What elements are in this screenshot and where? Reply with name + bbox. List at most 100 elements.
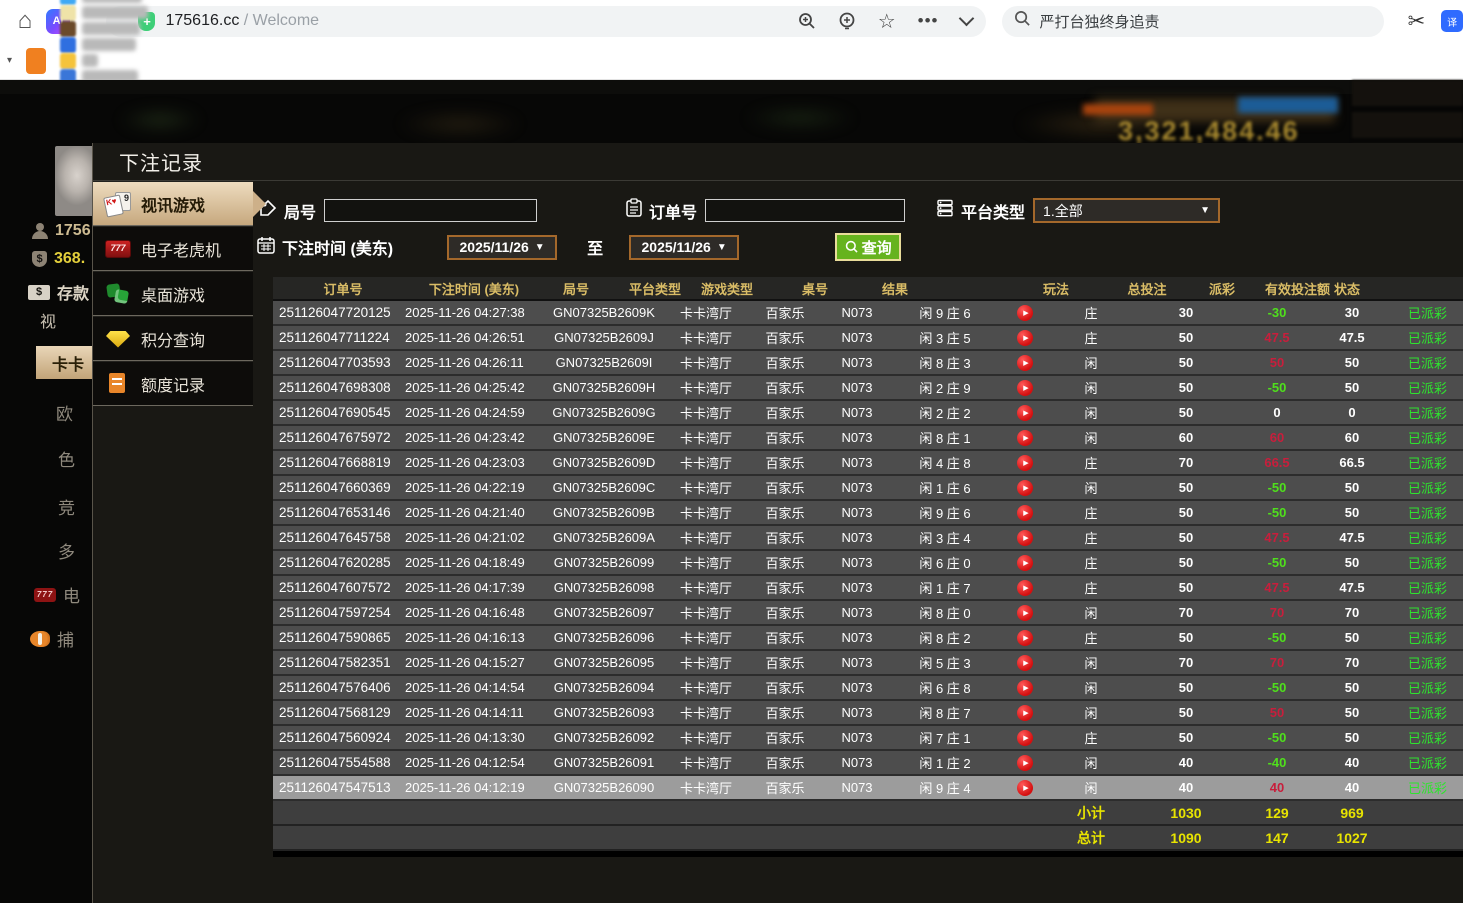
table-row[interactable]: 251126047560924 2025-11-26 04:13:30 GN07…: [273, 726, 1463, 751]
play-replay-button[interactable]: ▶: [1017, 480, 1033, 496]
table-row[interactable]: 251126047720125 2025-11-26 04:27:38 GN07…: [273, 301, 1463, 326]
translate-extension-icon[interactable]: 译: [1441, 10, 1463, 32]
date-from-select[interactable]: 2025/11/26 ▼: [447, 235, 557, 260]
play-replay-button[interactable]: ▶: [1017, 505, 1033, 521]
play-replay-button[interactable]: ▶: [1017, 680, 1033, 696]
table-row[interactable]: 251126047711224 2025-11-26 04:26:51 GN07…: [273, 326, 1463, 351]
bookmark-star-icon[interactable]: ☆: [878, 9, 896, 34]
play-replay-button[interactable]: ▶: [1017, 580, 1033, 596]
zoom-in-icon[interactable]: [798, 12, 816, 30]
cash-icon: $: [28, 285, 50, 300]
cell-payout: 66.5: [1241, 455, 1313, 470]
cell-valid-bet: 40: [1313, 780, 1391, 795]
table-row[interactable]: 251126047582351 2025-11-26 04:15:27 GN07…: [273, 651, 1463, 676]
bookmark-item[interactable]: [60, 53, 148, 69]
nav-item-slots[interactable]: 777 电: [34, 582, 80, 607]
cell-table-no: N073: [823, 405, 891, 420]
platform-select[interactable]: 1.全部 ▼: [1033, 198, 1220, 223]
user-avatar[interactable]: [55, 146, 95, 216]
cell-valid-bet: 70: [1313, 655, 1391, 670]
play-replay-button[interactable]: ▶: [1017, 705, 1033, 721]
play-replay-button[interactable]: ▶: [1017, 605, 1033, 621]
table-row[interactable]: 251126047675972 2025-11-26 04:23:42 GN07…: [273, 426, 1463, 451]
table-row[interactable]: 251126047653146 2025-11-26 04:21:40 GN07…: [273, 501, 1463, 526]
menu-item[interactable]: 积分查询: [93, 316, 253, 361]
nav-video-games[interactable]: 视: [40, 308, 56, 332]
play-replay-button[interactable]: ▶: [1017, 380, 1033, 396]
nav-active-hall[interactable]: 卡卡: [36, 346, 92, 379]
scissors-icon[interactable]: ✂: [1408, 9, 1426, 34]
table-row[interactable]: 251126047668819 2025-11-26 04:23:03 GN07…: [273, 451, 1463, 476]
nav-item[interactable]: 色: [58, 446, 75, 471]
modal-title: 下注记录: [119, 147, 203, 176]
bookmark-item[interactable]: [60, 37, 148, 53]
play-replay-button[interactable]: ▶: [1017, 405, 1033, 421]
cell-game-type: 百家乐: [747, 653, 823, 672]
table-row[interactable]: 251126047607572 2025-11-26 04:17:39 GN07…: [273, 576, 1463, 601]
menu-item[interactable]: 额度记录: [93, 361, 253, 406]
cell-status: 已派彩: [1391, 778, 1463, 797]
play-replay-button[interactable]: ▶: [1017, 780, 1033, 796]
table-row[interactable]: 251126047698308 2025-11-26 04:25:42 GN07…: [273, 376, 1463, 401]
table-row[interactable]: 251126047568129 2025-11-26 04:14:11 GN07…: [273, 701, 1463, 726]
chevron-down-icon[interactable]: [958, 11, 974, 27]
date-to-select[interactable]: 2025/11/26 ▼: [629, 235, 739, 260]
table-header-row: 订单号下注时间 (美东)局号平台类型游戏类型桌号结果玩法总投注派彩有效投注额状态: [273, 277, 1463, 301]
cell-valid-bet: 50: [1313, 705, 1391, 720]
menu-item[interactable]: 电子老虎机: [93, 226, 253, 271]
table-row[interactable]: 251126047547513 2025-11-26 04:12:19 GN07…: [273, 776, 1463, 801]
page-tools-icon[interactable]: [838, 12, 856, 30]
table-row[interactable]: 251126047620285 2025-11-26 04:18:49 GN07…: [273, 551, 1463, 576]
nav-item[interactable]: 竞: [58, 494, 75, 519]
table-row[interactable]: 251126047590865 2025-11-26 04:16:13 GN07…: [273, 626, 1463, 651]
cell-round-id: GN07325B26091: [543, 755, 665, 770]
nav-item[interactable]: 多: [58, 538, 75, 563]
address-bar[interactable]: + 175616.cc / Welcome ☆ •••: [106, 6, 985, 37]
nav-item-fishing[interactable]: 捕: [30, 626, 74, 651]
table-row[interactable]: 251126047660369 2025-11-26 04:22:19 GN07…: [273, 476, 1463, 501]
play-replay-button[interactable]: ▶: [1017, 455, 1033, 471]
cell-order-id: 251126047620285: [273, 555, 403, 570]
play-replay-button[interactable]: ▶: [1017, 330, 1033, 346]
menu-item[interactable]: 视讯游戏: [93, 181, 253, 226]
cell-payout: -30: [1241, 305, 1313, 320]
table-row[interactable]: 251126047576406 2025-11-26 04:14:54 GN07…: [273, 676, 1463, 701]
cell-bet-time: 2025-11-26 04:21:40: [403, 505, 543, 520]
cell-order-id: 251126047597254: [273, 605, 403, 620]
cell-game-type: 百家乐: [747, 353, 823, 372]
bookmark-item[interactable]: [60, 21, 148, 37]
modal-side-menu: 视讯游戏 电子老虎机 桌面游戏 积分查询: [93, 181, 253, 903]
play-replay-button[interactable]: ▶: [1017, 530, 1033, 546]
deposit-row[interactable]: $ 存款: [28, 280, 89, 304]
home-icon[interactable]: ⌂: [12, 7, 38, 35]
bookmark-item[interactable]: [60, 5, 148, 21]
subtotal-label: 小计: [1051, 803, 1131, 823]
bookmark-favicon[interactable]: [26, 48, 46, 74]
play-replay-button[interactable]: ▶: [1017, 655, 1033, 671]
table-row[interactable]: 251126047554588 2025-11-26 04:12:54 GN07…: [273, 751, 1463, 776]
play-replay-button[interactable]: ▶: [1017, 555, 1033, 571]
play-replay-button[interactable]: ▶: [1017, 730, 1033, 746]
table-row[interactable]: 251126047645758 2025-11-26 04:21:02 GN07…: [273, 526, 1463, 551]
bookmarks-caret-icon[interactable]: ▾: [7, 55, 12, 66]
play-replay-button[interactable]: ▶: [1017, 355, 1033, 371]
table-row[interactable]: 251126047703593 2025-11-26 04:26:11 GN07…: [273, 351, 1463, 376]
query-button[interactable]: 查询: [835, 233, 901, 261]
cell-round-id: GN07325B2609K: [543, 305, 665, 320]
cell-valid-bet: 50: [1313, 380, 1391, 395]
round-id-input[interactable]: [324, 199, 537, 222]
betting-records-modal: 下注记录 视讯游戏 电子老虎机 桌面游戏: [92, 143, 1463, 903]
order-id-input[interactable]: [705, 199, 905, 222]
search-box[interactable]: 严打台独终身追责: [1002, 6, 1384, 37]
play-replay-button[interactable]: ▶: [1017, 305, 1033, 321]
menu-item[interactable]: 桌面游戏: [93, 271, 253, 316]
play-replay-button[interactable]: ▶: [1017, 430, 1033, 446]
cell-order-id: 251126047582351: [273, 655, 403, 670]
nav-item[interactable]: 欧: [56, 400, 73, 425]
table-row[interactable]: 251126047597254 2025-11-26 04:16:48 GN07…: [273, 601, 1463, 626]
play-replay-button[interactable]: ▶: [1017, 755, 1033, 771]
table-row[interactable]: 251126047690545 2025-11-26 04:24:59 GN07…: [273, 401, 1463, 426]
play-replay-button[interactable]: ▶: [1017, 630, 1033, 646]
cell-payout: 70: [1241, 605, 1313, 620]
more-options-icon[interactable]: •••: [918, 11, 939, 31]
